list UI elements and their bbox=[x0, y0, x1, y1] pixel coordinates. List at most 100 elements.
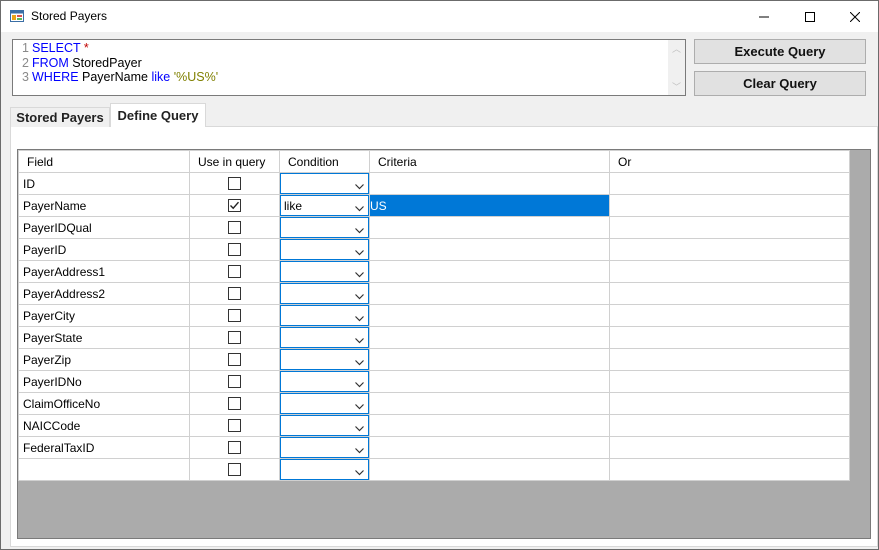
criteria-cell[interactable] bbox=[369, 238, 610, 261]
column-header-condition[interactable]: Condition bbox=[279, 150, 370, 173]
tab-stored-payers[interactable]: Stored Payers bbox=[10, 107, 110, 127]
use-in-query-checkbox[interactable] bbox=[228, 243, 241, 256]
or-cell[interactable] bbox=[609, 370, 850, 393]
condition-dropdown[interactable] bbox=[280, 459, 369, 480]
use-in-query-checkbox[interactable] bbox=[228, 441, 241, 454]
scroll-down-icon[interactable]: ﹀ bbox=[668, 78, 685, 95]
or-cell[interactable] bbox=[609, 260, 850, 283]
dropdown-arrow[interactable] bbox=[355, 311, 364, 325]
or-cell[interactable] bbox=[609, 194, 850, 217]
dropdown-arrow[interactable] bbox=[355, 267, 364, 281]
condition-dropdown[interactable] bbox=[280, 349, 369, 370]
column-header-or[interactable]: Or bbox=[609, 150, 850, 173]
column-header-field[interactable]: Field bbox=[18, 150, 190, 173]
condition-dropdown[interactable] bbox=[280, 327, 369, 348]
or-cell[interactable] bbox=[609, 348, 850, 371]
table-row[interactable]: FederalTaxID bbox=[18, 436, 850, 459]
criteria-cell[interactable] bbox=[369, 414, 610, 437]
use-in-query-checkbox[interactable] bbox=[228, 419, 241, 432]
clear-query-button[interactable]: Clear Query bbox=[694, 71, 866, 96]
table-row[interactable]: ClaimOfficeNo bbox=[18, 392, 850, 415]
field-cell[interactable]: PayerID bbox=[18, 238, 190, 261]
dropdown-arrow[interactable] bbox=[355, 289, 364, 303]
condition-dropdown[interactable] bbox=[280, 261, 369, 282]
or-cell[interactable] bbox=[609, 216, 850, 239]
criteria-cell[interactable] bbox=[369, 348, 610, 371]
maximize-button[interactable] bbox=[787, 1, 833, 32]
field-cell[interactable]: PayerCity bbox=[18, 304, 190, 327]
use-in-query-checkbox[interactable] bbox=[228, 375, 241, 388]
condition-dropdown[interactable] bbox=[280, 415, 369, 436]
field-cell[interactable]: ClaimOfficeNo bbox=[18, 392, 190, 415]
field-cell[interactable]: PayerAddress2 bbox=[18, 282, 190, 305]
table-row[interactable]: ID bbox=[18, 172, 850, 195]
condition-dropdown[interactable] bbox=[280, 173, 369, 194]
condition-dropdown[interactable] bbox=[280, 305, 369, 326]
use-in-query-checkbox[interactable] bbox=[228, 397, 241, 410]
use-in-query-checkbox[interactable] bbox=[228, 221, 241, 234]
field-cell[interactable]: ID bbox=[18, 172, 190, 195]
criteria-cell[interactable] bbox=[369, 304, 610, 327]
table-row[interactable]: PayerName like US bbox=[18, 194, 850, 217]
condition-dropdown[interactable] bbox=[280, 217, 369, 238]
condition-dropdown[interactable] bbox=[280, 437, 369, 458]
dropdown-arrow[interactable] bbox=[355, 245, 364, 259]
dropdown-arrow[interactable] bbox=[355, 333, 364, 347]
field-cell[interactable]: PayerIDQual bbox=[18, 216, 190, 239]
use-in-query-checkbox[interactable] bbox=[228, 287, 241, 300]
dropdown-arrow[interactable] bbox=[355, 179, 364, 193]
field-cell[interactable]: PayerIDNo bbox=[18, 370, 190, 393]
criteria-cell[interactable] bbox=[369, 326, 610, 349]
column-header-use-in-query[interactable]: Use in query bbox=[189, 150, 280, 173]
or-cell[interactable] bbox=[609, 414, 850, 437]
title-bar[interactable]: Stored Payers bbox=[1, 1, 878, 32]
dropdown-arrow[interactable] bbox=[355, 443, 364, 457]
use-in-query-checkbox[interactable] bbox=[228, 309, 241, 322]
or-cell[interactable] bbox=[609, 282, 850, 305]
table-row[interactable]: PayerID bbox=[18, 238, 850, 261]
criteria-cell[interactable] bbox=[369, 458, 610, 481]
execute-query-button[interactable]: Execute Query bbox=[694, 39, 866, 64]
minimize-button[interactable] bbox=[741, 1, 787, 32]
use-in-query-checkbox[interactable] bbox=[228, 463, 241, 476]
dropdown-arrow[interactable] bbox=[355, 355, 364, 369]
dropdown-arrow[interactable] bbox=[355, 223, 364, 237]
dropdown-arrow[interactable] bbox=[355, 399, 364, 413]
table-row[interactable] bbox=[18, 458, 850, 481]
criteria-cell[interactable] bbox=[369, 392, 610, 415]
or-cell[interactable] bbox=[609, 326, 850, 349]
table-row[interactable]: PayerZip bbox=[18, 348, 850, 371]
use-in-query-checkbox[interactable] bbox=[228, 177, 241, 190]
condition-dropdown[interactable] bbox=[280, 393, 369, 414]
condition-dropdown[interactable] bbox=[280, 239, 369, 260]
condition-dropdown[interactable] bbox=[280, 283, 369, 304]
or-cell[interactable] bbox=[609, 238, 850, 261]
dropdown-arrow[interactable] bbox=[355, 421, 364, 435]
table-row[interactable]: PayerState bbox=[18, 326, 850, 349]
or-cell[interactable] bbox=[609, 458, 850, 481]
tab-define-query[interactable]: Define Query bbox=[110, 103, 206, 127]
or-cell[interactable] bbox=[609, 436, 850, 459]
condition-dropdown[interactable] bbox=[280, 371, 369, 392]
use-in-query-checkbox[interactable] bbox=[228, 199, 241, 212]
or-cell[interactable] bbox=[609, 392, 850, 415]
scroll-up-icon[interactable]: ︿ bbox=[668, 40, 685, 57]
table-row[interactable]: NAICCode bbox=[18, 414, 850, 437]
or-cell[interactable] bbox=[609, 304, 850, 327]
use-in-query-checkbox[interactable] bbox=[228, 265, 241, 278]
sql-query-editor[interactable]: 1 SELECT * 2 FROM StoredPayer 3 WHERE PayerNa… bbox=[12, 39, 686, 96]
dropdown-arrow[interactable] bbox=[355, 201, 364, 215]
criteria-cell[interactable] bbox=[369, 172, 610, 195]
table-row[interactable]: PayerIDQual bbox=[18, 216, 850, 239]
criteria-cell[interactable] bbox=[369, 216, 610, 239]
table-row[interactable]: PayerCity bbox=[18, 304, 850, 327]
dropdown-arrow[interactable] bbox=[355, 465, 364, 479]
dropdown-arrow[interactable] bbox=[355, 377, 364, 391]
field-cell[interactable]: NAICCode bbox=[18, 414, 190, 437]
field-cell[interactable]: FederalTaxID bbox=[18, 436, 190, 459]
or-cell[interactable] bbox=[609, 172, 850, 195]
field-cell[interactable]: PayerState bbox=[18, 326, 190, 349]
field-cell[interactable]: PayerAddress1 bbox=[18, 260, 190, 283]
criteria-cell[interactable] bbox=[369, 282, 610, 305]
table-row[interactable]: PayerAddress2 bbox=[18, 282, 850, 305]
